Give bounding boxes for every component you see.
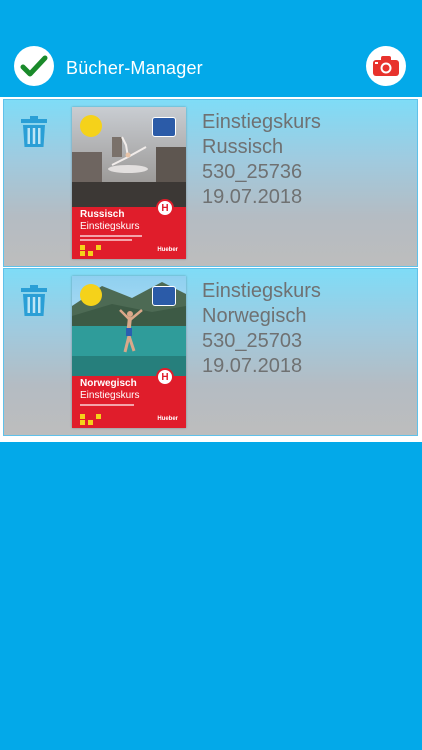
app-header: Bücher-Manager bbox=[0, 0, 422, 96]
book-cover: H Russisch Einstiegskurs Hueber bbox=[72, 107, 186, 259]
cover-text-line bbox=[80, 239, 132, 241]
page-title: Bücher-Manager bbox=[66, 58, 203, 78]
book-date: 19.07.2018 bbox=[202, 186, 303, 208]
promo-badge bbox=[80, 115, 102, 137]
cover-subtitle: Einstiegskurs bbox=[80, 221, 140, 232]
list-item[interactable]: H Russisch Einstiegskurs Hueber Einstieg… bbox=[3, 99, 418, 267]
book-code: 530_25736 bbox=[202, 161, 303, 183]
level-badge bbox=[152, 117, 176, 137]
cover-text-line bbox=[80, 235, 142, 237]
cover-marker bbox=[80, 414, 85, 419]
book-info: Einstiegskurs Russisch 530_25736 19.07.2… bbox=[202, 110, 321, 210]
cover-language: Russisch bbox=[80, 209, 125, 220]
done-button[interactable] bbox=[14, 46, 54, 86]
book-cover: H Norwegisch Einstiegskurs Hueber bbox=[72, 276, 186, 428]
book-code: 530_25703 bbox=[202, 330, 303, 352]
camera-icon bbox=[373, 56, 399, 76]
list-item[interactable]: H Norwegisch Einstiegskurs Hueber Einsti… bbox=[3, 268, 418, 436]
publisher-logo-icon: H bbox=[156, 199, 174, 217]
cover-publisher: Hueber bbox=[157, 247, 178, 253]
book-date: 19.07.2018 bbox=[202, 355, 303, 377]
cover-publisher: Hueber bbox=[157, 416, 178, 422]
cover-text-line bbox=[80, 404, 134, 406]
book-language: Russisch bbox=[202, 136, 284, 158]
cover-marker bbox=[96, 414, 101, 419]
camera-button[interactable] bbox=[366, 46, 406, 86]
book-list: H Russisch Einstiegskurs Hueber Einstieg… bbox=[0, 97, 422, 442]
cover-marker bbox=[80, 245, 85, 250]
trash-icon[interactable] bbox=[20, 285, 48, 317]
book-title: Einstiegskurs bbox=[202, 280, 321, 302]
book-info: Einstiegskurs Norwegisch 530_25703 19.07… bbox=[202, 279, 321, 379]
book-language: Norwegisch bbox=[202, 305, 307, 327]
publisher-logo-icon: H bbox=[156, 368, 174, 386]
checkmark-icon bbox=[20, 55, 48, 77]
book-title: Einstiegskurs bbox=[202, 111, 321, 133]
cover-marker bbox=[88, 251, 93, 256]
trash-icon[interactable] bbox=[20, 116, 48, 148]
cover-marker bbox=[96, 245, 101, 250]
promo-badge bbox=[80, 284, 102, 306]
cover-marker bbox=[88, 420, 93, 425]
level-badge bbox=[152, 286, 176, 306]
cover-marker bbox=[80, 251, 85, 256]
cover-subtitle: Einstiegskurs bbox=[80, 390, 140, 401]
cover-marker bbox=[80, 420, 85, 425]
cover-language: Norwegisch bbox=[80, 378, 137, 389]
